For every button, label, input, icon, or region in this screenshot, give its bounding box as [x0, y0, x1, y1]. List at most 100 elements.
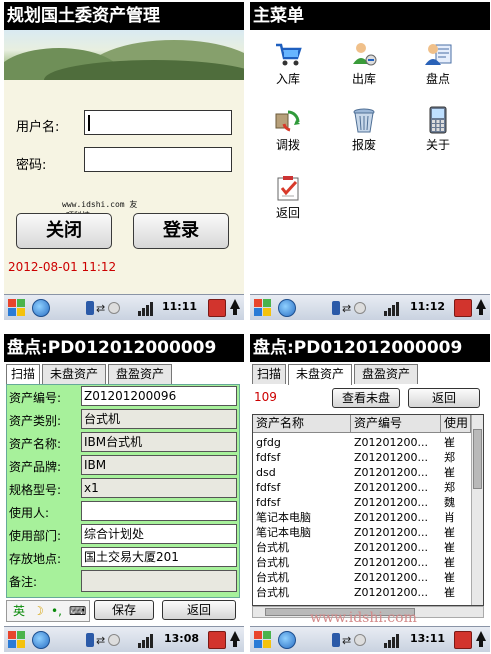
- column-header-user[interactable]: 使用: [441, 415, 471, 433]
- table-row[interactable]: dsd Z01201200... 崔: [253, 465, 471, 480]
- tab-scan[interactable]: 扫描: [252, 364, 286, 384]
- column-header-code[interactable]: 资产编号: [351, 415, 441, 433]
- unchecked-assets-screen: 盘点:PD012012000009 扫描 未盘资产 盘盈资产 109 查看未盘 …: [250, 334, 490, 652]
- clock-text[interactable]: 13:08: [164, 632, 199, 645]
- table-row[interactable]: 台式机 Z01201200... 崔: [253, 585, 471, 600]
- clock-text[interactable]: 11:11: [162, 300, 197, 313]
- login-form: 用户名: 密码: www.idshi.com 友 旺科技 关闭 登录 2012-…: [4, 80, 244, 294]
- globe-icon[interactable]: [32, 299, 50, 317]
- signal-icon: [138, 300, 160, 316]
- menu-item-transfer[interactable]: 调拨: [258, 106, 318, 153]
- asset-name-field[interactable]: IBM台式机: [81, 432, 237, 452]
- menu-item-inventory[interactable]: 盘点: [408, 40, 468, 87]
- menu-item-about[interactable]: 关于: [408, 106, 468, 153]
- table-cell: fdfsf: [256, 496, 281, 509]
- menu-item-label: 调拨: [275, 138, 300, 152]
- signal-icon: [384, 632, 406, 648]
- clock-text[interactable]: 11:12: [410, 300, 445, 313]
- tab-unchecked[interactable]: 未盘资产: [288, 364, 352, 385]
- menu-item-scrap[interactable]: 报废: [334, 106, 394, 153]
- back-button[interactable]: 返回: [162, 600, 236, 620]
- table-cell: 台式机: [256, 571, 289, 584]
- main-menu-screen: 主菜单 入库 出库 盘点 调拨 报废 关于 返回 ⇄ 11:12: [250, 2, 490, 320]
- department-field[interactable]: 综合计划处: [81, 524, 237, 544]
- dot-icon: •,: [51, 604, 62, 618]
- location-field[interactable]: 国土交易大厦201: [81, 547, 237, 567]
- table-cell: Z01201200...: [354, 496, 429, 509]
- menu-item-back[interactable]: 返回: [258, 174, 318, 221]
- globe-icon[interactable]: [278, 299, 296, 317]
- column-header-name[interactable]: 资产名称: [253, 415, 351, 433]
- vertical-scrollbar[interactable]: [471, 415, 483, 605]
- table-cell: 崔: [444, 466, 455, 479]
- tab-scan[interactable]: 扫描: [6, 364, 40, 385]
- tab-unchecked[interactable]: 未盘资产: [42, 364, 106, 384]
- start-icon[interactable]: [7, 630, 27, 650]
- asset-form: 资产编号: Z01201200096 资产类别: 台式机 资产名称: IBM台式…: [6, 384, 240, 598]
- asset-brand-field[interactable]: IBM: [81, 455, 237, 475]
- remarks-field[interactable]: [81, 570, 237, 592]
- table-row[interactable]: 台式机 Z01201200... 崔: [253, 555, 471, 570]
- back-button[interactable]: 返回: [408, 388, 480, 408]
- table-cell: Z01201200...: [354, 511, 429, 524]
- tab-surplus[interactable]: 盘盈资产: [354, 364, 418, 384]
- keyboard-icon[interactable]: [208, 299, 226, 317]
- status-icons: ⇄: [332, 301, 380, 315]
- table-cell: Z01201200...: [354, 541, 429, 554]
- start-icon[interactable]: [7, 298, 27, 318]
- username-input[interactable]: [84, 110, 232, 135]
- close-button[interactable]: 关闭: [16, 213, 112, 249]
- tab-surplus[interactable]: 盘盈资产: [108, 364, 172, 384]
- asset-model-field[interactable]: x1: [81, 478, 237, 498]
- asset-category-field[interactable]: 台式机: [81, 409, 237, 429]
- table-cell: Z01201200...: [354, 466, 429, 479]
- unchecked-title: 盘点:PD012012000009: [250, 334, 490, 362]
- login-button[interactable]: 登录: [133, 213, 229, 249]
- table-cell: 崔: [444, 541, 455, 554]
- table-row[interactable]: 台式机 Z01201200... 崔: [253, 540, 471, 555]
- table-cell: Z01201200...: [354, 451, 429, 464]
- view-unchecked-button[interactable]: 查看未盘: [332, 388, 400, 408]
- clock-text[interactable]: 13:11: [410, 632, 445, 645]
- signal-icon: [138, 632, 160, 648]
- table-cell: 台式机: [256, 586, 289, 599]
- menu-item-label: 返回: [275, 206, 300, 220]
- taskbar: ⇄ 13:11: [250, 626, 490, 652]
- mountain-banner-image: [4, 30, 244, 80]
- status-icons: ⇄: [86, 301, 134, 315]
- table-cell: 笔记本电脑: [256, 511, 311, 524]
- start-icon[interactable]: [253, 298, 273, 318]
- asset-code-input[interactable]: Z01201200096: [81, 386, 237, 406]
- table-row[interactable]: 笔记本电脑 Z01201200... 肖: [253, 510, 471, 525]
- password-input[interactable]: [84, 147, 232, 172]
- keyboard-icon[interactable]: [454, 631, 472, 649]
- keyboard-icon[interactable]: [208, 631, 226, 649]
- globe-icon[interactable]: [32, 631, 50, 649]
- table-row[interactable]: fdfsf Z01201200... 郑: [253, 480, 471, 495]
- asset-table: 资产名称 资产编号 使用 gfdg Z01201200... 崔 fdfsf Z0120…: [252, 414, 484, 606]
- input-method-bar[interactable]: 英 ☽ •, ⌨: [6, 600, 90, 622]
- field-label: 资产品牌:: [9, 460, 62, 474]
- menu-grid: 入库 出库 盘点 调拨 报废 关于 返回: [250, 30, 490, 294]
- user-field[interactable]: [81, 501, 237, 521]
- menu-item-label: 出库: [351, 72, 376, 86]
- datetime-text: 2012-08-01 11:12: [8, 260, 117, 274]
- field-label: 使用人:: [9, 506, 50, 520]
- table-row[interactable]: 笔记本电脑 Z01201200... 崔: [253, 525, 471, 540]
- menu-item-inbound[interactable]: 入库: [258, 40, 318, 87]
- table-cell: fdfsf: [256, 481, 281, 494]
- table-row[interactable]: gfdg Z01201200... 崔: [253, 435, 471, 450]
- cart-icon: [274, 40, 302, 68]
- table-row[interactable]: fdfsf Z01201200... 魏: [253, 495, 471, 510]
- keyboard-icon[interactable]: [454, 299, 472, 317]
- globe-icon[interactable]: [278, 631, 296, 649]
- table-cell: Z01201200...: [354, 481, 429, 494]
- username-label: 用户名:: [16, 120, 60, 135]
- save-button[interactable]: 保存: [94, 600, 154, 620]
- table-cell: 崔: [444, 436, 455, 449]
- transfer-icon: [274, 106, 302, 134]
- table-row[interactable]: fdfsf Z01201200... 郑: [253, 450, 471, 465]
- table-row[interactable]: 台式机 Z01201200... 崔: [253, 570, 471, 585]
- menu-item-outbound[interactable]: 出库: [334, 40, 394, 87]
- start-icon[interactable]: [253, 630, 273, 650]
